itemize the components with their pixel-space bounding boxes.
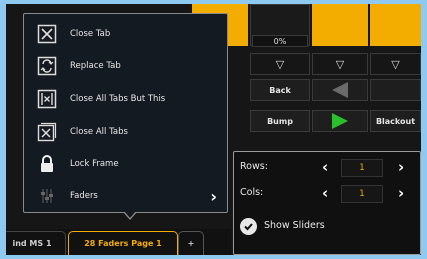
- menu-item-label: Close All Tabs But This: [70, 94, 166, 104]
- checkmark-icon: [244, 223, 253, 231]
- menu-item-label: Replace Tab: [70, 61, 121, 71]
- arrow-left-icon: [332, 82, 348, 98]
- cols-value[interactable]: 1: [341, 185, 383, 203]
- replace-tab-icon: [36, 55, 58, 77]
- cols-label: Cols:: [240, 187, 264, 198]
- add-tab-button[interactable]: +: [178, 231, 204, 255]
- menu-item-close-all-tabs[interactable]: Close All Tabs: [24, 116, 227, 148]
- close-all-tabs-icon: [36, 121, 58, 143]
- fader-percent-readout: 0%: [252, 35, 308, 47]
- menu-item-label: Lock Frame: [70, 159, 119, 169]
- lock-icon: [36, 153, 58, 175]
- fader-track[interactable]: [370, 4, 421, 46]
- back-arrow-button[interactable]: [312, 79, 368, 101]
- play-arrow-icon: [332, 113, 348, 129]
- menu-item-replace-tab[interactable]: Replace Tab: [24, 50, 227, 82]
- add-tab-label: +: [187, 239, 195, 248]
- fader-select-button[interactable]: ▽: [370, 53, 421, 75]
- go-button[interactable]: [312, 110, 368, 132]
- tab-context-menu: Close Tab Replace Tab Close All Tabs But…: [23, 13, 228, 213]
- tab-ind-ms-1[interactable]: ind MS 1: [6, 231, 66, 255]
- menu-item-close-all-but-this[interactable]: Close All Tabs But This: [24, 83, 227, 115]
- fader-track[interactable]: [312, 4, 368, 46]
- fader-select-button[interactable]: ▽: [312, 53, 368, 75]
- menu-item-close-tab[interactable]: Close Tab: [24, 18, 227, 50]
- menu-pointer-inner: [124, 211, 136, 218]
- rows-decrease-icon[interactable]: ‹: [322, 158, 328, 176]
- fader-select-button[interactable]: ▽: [250, 53, 310, 75]
- rows-label: Rows:: [240, 161, 268, 172]
- chevron-right-icon: ›: [210, 187, 217, 206]
- bump-button[interactable]: Bump: [250, 110, 310, 132]
- tab-label: 28 Faders Page 1: [84, 239, 162, 248]
- menu-item-label: Faders: [70, 191, 98, 201]
- rows-value[interactable]: 1: [341, 159, 383, 177]
- close-tab-icon: [36, 23, 58, 45]
- menu-item-faders[interactable]: Faders ›: [24, 180, 227, 212]
- cols-increase-icon[interactable]: ›: [398, 184, 404, 202]
- menu-item-label: Close All Tabs: [70, 127, 128, 137]
- tab-28-faders-page-1[interactable]: 28 Faders Page 1: [68, 231, 178, 255]
- layout-config-panel: Rows: ‹ 1 › Cols: ‹ 1 › Show Sliders: [233, 151, 421, 255]
- fader-workspace: 0% ▽ ▽ ▽ Back Bump Blackout ind MS 1 28 …: [6, 4, 421, 255]
- close-others-icon: [36, 88, 58, 110]
- menu-item-label: Close Tab: [70, 29, 111, 39]
- cols-decrease-icon[interactable]: ‹: [322, 184, 328, 202]
- faders-icon: [36, 185, 58, 207]
- show-sliders-checkbox[interactable]: [240, 218, 257, 235]
- menu-item-lock-frame[interactable]: Lock Frame: [24, 148, 227, 180]
- tab-label: ind MS 1: [12, 239, 52, 248]
- back-button[interactable]: Back: [250, 79, 310, 101]
- blackout-button[interactable]: Blackout: [370, 110, 421, 132]
- empty-fader-button[interactable]: [370, 79, 421, 101]
- rows-increase-icon[interactable]: ›: [398, 158, 404, 176]
- tab-bar: ind MS 1 28 Faders Page 1 +: [6, 229, 231, 255]
- show-sliders-label: Show Sliders: [264, 220, 325, 231]
